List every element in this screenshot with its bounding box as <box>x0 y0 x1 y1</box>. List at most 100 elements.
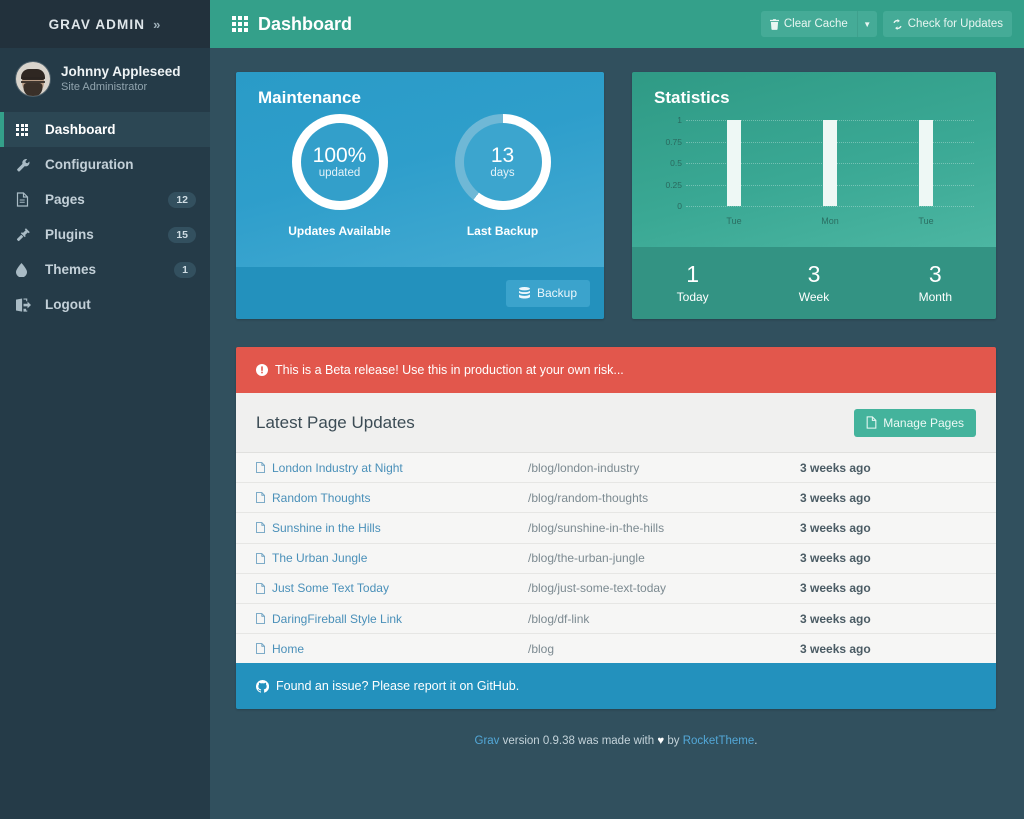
file-icon <box>16 192 35 207</box>
stat-number: 3 <box>928 261 942 288</box>
beta-alert-text: This is a Beta release! Use this in prod… <box>275 363 624 377</box>
table-row[interactable]: The Urban Jungle /blog/the-urban-jungle … <box>236 542 996 573</box>
updates-available-gauge: 100% updated Updates Available <box>258 114 421 238</box>
sidebar: GRAV ADMIN » Johnny Appleseed Site Admin… <box>0 0 210 819</box>
x-axis-tick: Tue <box>918 216 934 226</box>
backup-button[interactable]: Backup <box>505 279 590 307</box>
chart-bar-item <box>782 120 878 206</box>
stat-label: Week <box>798 289 830 304</box>
page-url-cell: /blog/london-industry <box>528 460 640 475</box>
page-icon <box>256 643 265 655</box>
sidebar-item-label: Configuration <box>45 157 134 172</box>
sidebar-item-configuration[interactable]: Configuration <box>0 147 210 182</box>
avatar <box>16 62 50 96</box>
latest-updates-title: Latest Page Updates <box>256 412 415 432</box>
page-url-cell: /blog/just-some-text-today <box>528 581 667 596</box>
topbar: Dashboard Clear Cache ▼ Check for Update… <box>210 0 1024 48</box>
page-url-cell: /blog/df-link <box>528 611 590 626</box>
sidebar-item-label: Plugins <box>45 227 94 242</box>
page-title-cell: DaringFireball Style Link <box>272 611 403 626</box>
table-row[interactable]: Sunshine in the Hills /blog/sunshine-in-… <box>236 512 996 542</box>
exclamation-circle-icon <box>256 364 268 376</box>
latest-updates-header: Latest Page Updates Manage Pages <box>236 393 996 452</box>
chart-plot-area <box>686 120 974 207</box>
github-icon <box>256 679 269 693</box>
page-link[interactable]: Sunshine in the Hills <box>256 521 528 535</box>
sidebar-item-logout[interactable]: Logout <box>0 287 210 322</box>
user-role: Site Administrator <box>61 80 148 93</box>
sidebar-item-plugins[interactable]: Plugins 15 <box>0 217 210 252</box>
stat-label: Today <box>676 289 709 304</box>
page-link[interactable]: DaringFireball Style Link <box>256 612 528 626</box>
updates-value: 100% <box>312 143 367 167</box>
page-url-cell: /blog/random-thoughts <box>528 490 649 505</box>
sidebar-badge-pages: 12 <box>168 191 196 208</box>
stat-month: 3 Month <box>875 262 996 303</box>
y-axis-tick: 0.25 <box>665 179 682 190</box>
stat-label: Month <box>918 289 952 304</box>
clear-cache-button[interactable]: Clear Cache <box>760 11 857 37</box>
table-row[interactable]: London Industry at Night /blog/london-in… <box>236 452 996 482</box>
y-axis-tick: 1 <box>677 115 682 125</box>
github-bar-text: Found an issue? Please report it on GitH… <box>276 679 520 694</box>
page-link[interactable]: Home <box>256 642 528 656</box>
page-url-cell: /blog/the-urban-jungle <box>528 551 645 566</box>
user-block[interactable]: Johnny Appleseed Site Administrator <box>0 48 210 112</box>
check-for-updates-label: Check for Updates <box>907 18 1003 30</box>
page-link[interactable]: Just Some Text Today <box>256 581 528 595</box>
backup-donut: 13 days <box>454 114 551 210</box>
page-time-cell: 3 weeks ago <box>800 581 871 596</box>
manage-pages-button[interactable]: Manage Pages <box>854 408 976 437</box>
page-title-cell: Just Some Text Today <box>272 581 389 596</box>
content: Maintenance 100% updated Updates Availab… <box>210 48 1024 819</box>
statistics-title: Statistics <box>654 88 730 107</box>
table-row[interactable]: Just Some Text Today /blog/just-some-tex… <box>236 572 996 603</box>
wrench-icon <box>16 158 35 172</box>
page-url-cell: /blog/sunshine-in-the-hills <box>528 520 665 535</box>
sidebar-item-pages[interactable]: Pages 12 <box>0 182 210 217</box>
github-bar[interactable]: Found an issue? Please report it on GitH… <box>236 663 996 710</box>
page-title-cell: Sunshine in the Hills <box>272 520 381 535</box>
sidebar-item-dashboard[interactable]: Dashboard <box>0 112 210 147</box>
page-url-cell: /blog <box>528 641 555 656</box>
page-icon <box>256 613 265 624</box>
page-link[interactable]: London Industry at Night <box>256 461 528 475</box>
footer-credit: Grav version 0.9.38 was made with ♥ by R… <box>236 709 996 747</box>
brand-header[interactable]: GRAV ADMIN » <box>0 0 210 48</box>
page-link[interactable]: Random Thoughts <box>256 491 528 505</box>
sign-out-icon <box>16 297 35 312</box>
page-title: Dashboard <box>232 14 352 35</box>
statistics-bar-chart: 1 0.75 0.5 0.25 0 Tue Mon Tue <box>652 115 978 228</box>
chart-bar-item <box>878 120 974 206</box>
statistics-footer: 1 Today 3 Week 3 Month <box>632 247 996 319</box>
rockettheme-link[interactable]: RocketTheme <box>683 735 755 747</box>
table-row[interactable]: DaringFireball Style Link /blog/df-link … <box>236 602 996 633</box>
y-axis-tick: 0 <box>677 201 682 211</box>
credit-middle: version 0.9.38 was made with <box>499 735 658 748</box>
backup-unit: days <box>490 166 515 179</box>
page-title-cell: Random Thoughts <box>272 490 371 505</box>
manage-pages-label: Manage Pages <box>883 415 964 430</box>
droplet-icon <box>16 262 35 277</box>
grav-link[interactable]: Grav <box>475 735 500 747</box>
page-link[interactable]: The Urban Jungle <box>256 551 528 565</box>
x-axis-labels: Tue Mon Tue <box>686 216 974 226</box>
page-title-cell: The Urban Jungle <box>272 551 368 566</box>
clear-cache-dropdown-toggle[interactable]: ▼ <box>856 11 877 37</box>
stat-number: 3 <box>807 261 821 288</box>
check-for-updates-button[interactable]: Check for Updates <box>882 11 1012 37</box>
maintenance-body: Maintenance 100% updated Updates Availab… <box>236 72 604 267</box>
sidebar-badge-plugins: 15 <box>168 226 196 243</box>
chart-bar-item <box>686 120 782 206</box>
y-axis-tick: 0.5 <box>670 158 682 168</box>
stat-number: 1 <box>686 261 700 288</box>
stat-week: 3 Week <box>753 262 874 303</box>
credit-by: by <box>664 735 683 748</box>
brand-title: GRAV ADMIN <box>48 16 146 32</box>
sidebar-item-themes[interactable]: Themes 1 <box>0 252 210 287</box>
table-row[interactable]: Home /blog 3 weeks ago <box>236 633 996 663</box>
updates-donut: 100% updated <box>291 114 388 210</box>
updates-unit: updated <box>318 166 361 179</box>
table-row[interactable]: Random Thoughts /blog/random-thoughts 3 … <box>236 482 996 512</box>
trash-icon <box>769 18 779 30</box>
